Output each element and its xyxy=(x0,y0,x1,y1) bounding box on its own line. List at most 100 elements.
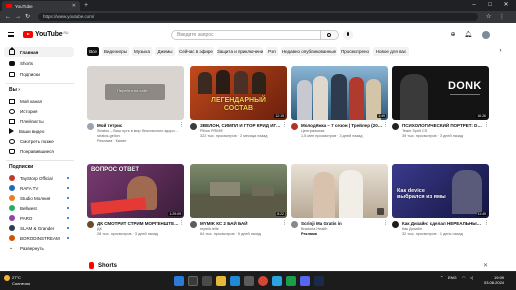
task-view-icon[interactable] xyxy=(202,276,212,286)
more-options-icon[interactable]: ⋮ xyxy=(484,221,489,226)
sidebar-channel[interactable]: TayStorp Official xyxy=(4,173,74,183)
chip[interactable]: Джемы xyxy=(155,47,175,56)
edge-icon[interactable] xyxy=(230,276,240,286)
sidebar-item-playlists[interactable]: Плейлисты xyxy=(4,116,74,126)
maximize-icon[interactable]: □ xyxy=(482,0,498,11)
search-button[interactable] xyxy=(321,30,339,40)
more-options-icon[interactable]: ⋮ xyxy=(282,221,287,226)
chip[interactable]: Сейчас в эфире xyxy=(178,47,214,56)
sidebar-item-shorts[interactable]: Shorts xyxy=(4,58,74,68)
channel-avatar[interactable] xyxy=(291,123,298,130)
tray-chevron-icon[interactable]: ⌃ xyxy=(440,275,443,281)
more-options-icon[interactable]: ⋮ xyxy=(383,123,388,128)
minimize-icon[interactable]: – xyxy=(466,0,482,11)
sidebar-item-history[interactable]: История xyxy=(4,106,74,116)
chevron-right-icon[interactable]: › xyxy=(496,47,505,56)
channel-avatar[interactable] xyxy=(190,123,197,130)
sidebar-channel[interactable]: RAFA TV xyxy=(4,183,74,193)
sidebar-item-home[interactable]: Главная xyxy=(4,46,74,57)
sidebar-item-your-videos[interactable]: Ваши видео xyxy=(4,126,74,136)
video-thumbnail[interactable] xyxy=(291,164,388,218)
extensions-icon[interactable]: ☆ xyxy=(486,11,491,23)
back-icon[interactable]: ← xyxy=(5,11,11,23)
sidebar-item-liked[interactable]: Понравившиеся xyxy=(4,146,74,156)
sidebar-you-header[interactable]: Вы › xyxy=(9,87,20,93)
video-title[interactable]: ДК СМОТРИТ СТРИМ МОРГЕНШТЕРНА ВОПРОС-ОТВ… xyxy=(97,221,179,227)
sidebar-item-watch-later[interactable]: Смотреть позже xyxy=(4,136,74,146)
video-thumbnail[interactable]: ЛЕГЕНДАРНЫЙ СОСТАВ 12:19 xyxy=(190,66,287,120)
channel-avatar[interactable] xyxy=(291,221,298,228)
clock[interactable]: 19:09 03.08.2024 xyxy=(484,275,504,285)
sidebar-channel[interactable]: Studio Молния xyxy=(4,193,74,203)
video-title[interactable]: ПСИХОЛОГИЧЕСКИЙ ПОРТРЕТ: DONK | TEAM SPI… xyxy=(402,123,484,129)
create-icon[interactable]: ⊕ xyxy=(449,31,457,39)
chip[interactable]: Просмотрено xyxy=(340,47,370,56)
chip[interactable]: Новое для вас xyxy=(373,47,409,56)
video-title[interactable]: Мой тетрис xyxy=(97,123,179,129)
video-thumbnail[interactable]: DONK 16:26 xyxy=(392,66,489,120)
sidebar-item-subscriptions[interactable]: Подписки xyxy=(4,69,74,79)
browser-tab[interactable]: YouTube ✕ xyxy=(2,1,80,11)
video-thumbnail[interactable]: Как device выбрался из ямы 11:49 xyxy=(392,164,489,218)
sidebar-channel[interactable]: SLAM & Grander xyxy=(4,223,74,233)
sidebar-channel[interactable]: Bellwest xyxy=(4,203,74,213)
new-tab-icon[interactable]: + xyxy=(84,1,88,11)
store-icon[interactable] xyxy=(244,276,254,286)
more-options-icon[interactable]: ⋮ xyxy=(179,221,184,226)
start-icon[interactable] xyxy=(174,276,184,286)
video-title[interactable]: Как Дизайн: сделал НЕРЕАЛЬНЫЙ КАМБЭК в к… xyxy=(402,221,484,227)
chip[interactable]: Недавно опубликованные xyxy=(281,47,337,56)
sidebar-item-my-channel[interactable]: Мой канал xyxy=(4,96,74,106)
channel-avatar[interactable] xyxy=(87,123,94,130)
chip[interactable]: Видеоигры xyxy=(102,47,129,56)
more-options-icon[interactable]: ⋮ xyxy=(484,123,489,128)
video-thumbnail[interactable]: 1:49 xyxy=(291,66,388,120)
chip[interactable]: Рэп xyxy=(266,47,278,56)
file-explorer-icon[interactable] xyxy=(216,276,226,286)
search-input[interactable]: Введите запрос xyxy=(171,30,321,40)
channel-avatar[interactable] xyxy=(392,221,399,228)
steam-icon[interactable] xyxy=(314,276,324,286)
channel-avatar[interactable] xyxy=(87,221,94,228)
reload-icon[interactable]: ↻ xyxy=(25,11,30,23)
guide-menu-icon[interactable] xyxy=(8,32,14,37)
video-thumbnail[interactable]: Перейти на сайт xyxy=(87,66,184,120)
tab-close-icon[interactable]: ✕ xyxy=(72,3,76,9)
chip[interactable]: Защита и приключения xyxy=(217,47,263,56)
address-bar[interactable]: https://www.youtube.com/ xyxy=(38,13,478,21)
language-indicator[interactable]: ENG xyxy=(448,275,457,281)
search-taskbar-icon[interactable] xyxy=(188,276,198,286)
wifi-icon[interactable]: ◠ xyxy=(462,275,466,281)
more-options-icon[interactable]: ⋮ xyxy=(282,123,287,128)
weather-widget[interactable]: 27°C Солнечно xyxy=(4,275,30,286)
chip[interactable]: Музыка xyxy=(132,47,152,56)
voice-search-button[interactable] xyxy=(343,30,353,40)
video-title[interactable]: ЗВЕЛОН, СИМПЛ И ГТОР КРИД ИГРАЮТ В КС ГО… xyxy=(200,123,282,129)
more-options-icon[interactable]: ⋮ xyxy=(383,221,388,226)
channel-avatar xyxy=(9,175,15,181)
volume-icon[interactable]: ◁ xyxy=(470,275,473,281)
channel-avatar[interactable] xyxy=(190,221,197,228)
browser-menu-icon[interactable]: ⋮ xyxy=(499,11,505,23)
spotify-icon[interactable] xyxy=(286,276,296,286)
video-title[interactable]: Молодёжка – 7 сезон | Трейлер (2024) xyxy=(301,123,383,129)
chrome-icon[interactable] xyxy=(258,276,268,286)
video-thumbnail[interactable]: 8:22 xyxy=(190,164,287,218)
channel-avatar[interactable] xyxy=(392,123,399,130)
chip-all[interactable]: Все xyxy=(87,47,99,56)
video-title[interactable]: Scrinji Ma Gratis in xyxy=(301,221,383,227)
youtube-logo[interactable]: YouTube RU xyxy=(23,31,69,38)
sidebar-channel[interactable]: PARO xyxy=(4,213,74,223)
video-title[interactable]: MYMIK КС 2 БАЙ БАЙ xyxy=(200,221,282,227)
sidebar-expand[interactable]: ⌄ Развернуть xyxy=(4,243,74,253)
video-thumbnail[interactable]: ВОПРОС ОТВЕТ 1:29:09 xyxy=(87,164,184,218)
sidebar-channel[interactable]: BORODINSTREAM xyxy=(4,233,74,243)
forward-icon[interactable]: → xyxy=(15,11,21,23)
window-close-icon[interactable]: ✕ xyxy=(498,0,514,11)
telegram-icon[interactable] xyxy=(272,276,282,286)
notifications-icon[interactable]: 🔔︎ xyxy=(464,31,472,39)
more-options-icon[interactable]: ⋮ xyxy=(179,123,184,128)
close-icon[interactable]: ✕ xyxy=(483,261,488,271)
discord-icon[interactable] xyxy=(300,276,310,286)
account-avatar[interactable] xyxy=(482,31,490,39)
